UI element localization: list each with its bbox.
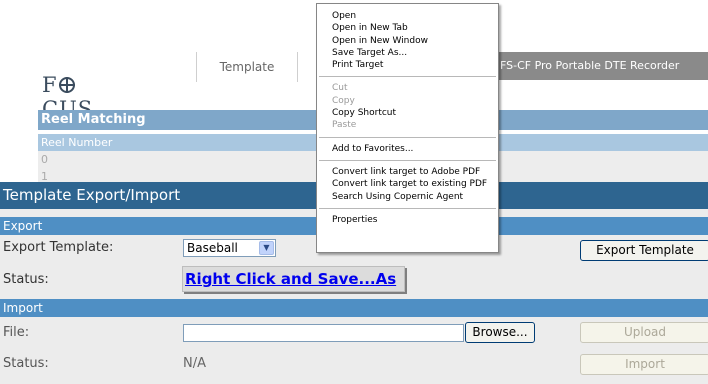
menu-item-convert-existing-pdf[interactable]: Convert link target to existing PDF <box>317 178 498 190</box>
menu-separator <box>319 76 496 78</box>
import-button[interactable]: Import <box>580 354 708 375</box>
menu-item-open[interactable]: Open <box>317 10 498 22</box>
export-template-select[interactable]: Baseball ▼ <box>183 239 276 257</box>
import-status-label: Status: <box>3 356 49 371</box>
export-template-label: Export Template: <box>3 240 114 255</box>
menu-item-convert-adobe-pdf[interactable]: Convert link target to Adobe PDF <box>317 166 498 178</box>
context-menu: Open Open in New Tab Open in New Window … <box>316 3 499 253</box>
import-status-value: N/A <box>183 356 206 371</box>
menu-item-copy-shortcut[interactable]: Copy Shortcut <box>317 107 498 119</box>
menu-item-properties[interactable]: Properties <box>317 214 498 226</box>
export-status-label: Status: <box>3 272 49 287</box>
menu-item-open-new-window[interactable]: Open in New Window <box>317 35 498 47</box>
focus-logo: FCUS enhancements <box>42 73 103 126</box>
browse-button[interactable]: Browse... <box>465 322 535 343</box>
menu-item-cut: Cut <box>332 83 348 94</box>
download-link[interactable]: Right Click and Save...As <box>185 270 396 288</box>
file-path-input[interactable] <box>183 324 464 342</box>
export-template-value: Baseball <box>187 241 238 255</box>
menu-separator <box>319 207 496 209</box>
menu-item-print-target[interactable]: Print Target <box>317 59 498 71</box>
menu-item-paste: Paste <box>332 120 357 131</box>
menu-item-search-copernic[interactable]: Search Using Copernic Agent <box>317 191 498 203</box>
export-template-button[interactable]: Export Template <box>580 240 708 261</box>
menu-item-copy: Copy <box>332 95 355 106</box>
tab-template[interactable]: Template <box>196 52 298 82</box>
file-label: File: <box>3 325 30 340</box>
menu-item-add-to-favorites[interactable]: Add to Favorites... <box>317 143 498 155</box>
menu-separator <box>319 136 496 138</box>
chevron-down-icon[interactable]: ▼ <box>259 241 274 255</box>
menu-separator <box>319 159 496 161</box>
tab-device[interactable]: FS-CF Pro Portable DTE Recorder <box>492 52 708 80</box>
upload-button[interactable]: Upload <box>580 322 708 343</box>
import-section-header: Import <box>0 299 708 317</box>
menu-item-open-new-tab[interactable]: Open in New Tab <box>317 22 498 34</box>
download-link-box[interactable]: Right Click and Save...As <box>182 266 406 292</box>
menu-item-save-target-as[interactable]: Save Target As... <box>317 47 498 59</box>
